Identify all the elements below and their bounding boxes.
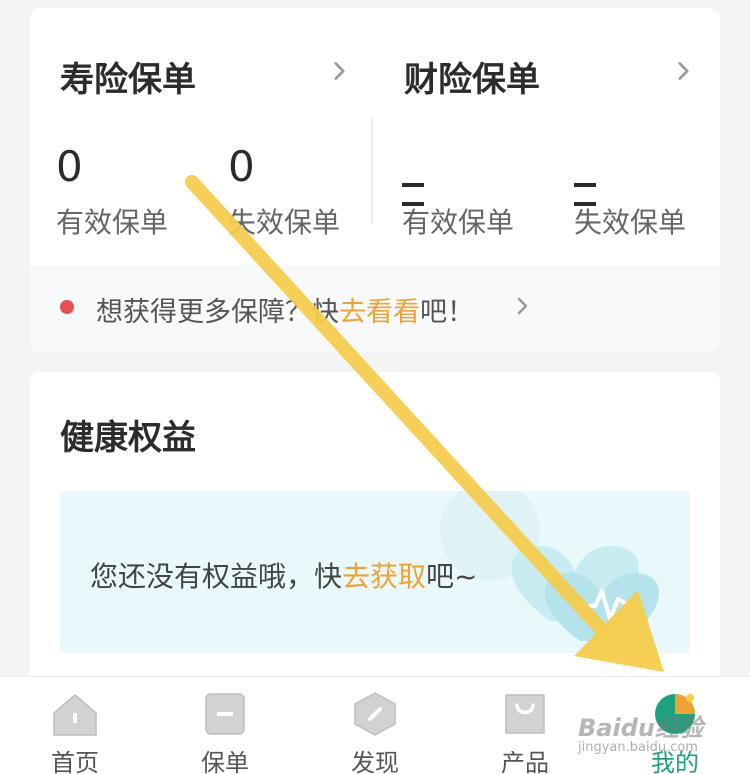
product-bag-icon — [500, 691, 550, 737]
baidu-jingyan-watermark: Baidu经验 — [578, 714, 703, 742]
property-valid-label[interactable]: 有效保单 — [402, 201, 514, 241]
property-valid-placeholder[interactable] — [402, 172, 454, 206]
policies-card: 寿险保单 财险保单 0 有效保单 0 失效保单 有效保单 失效保单 想获得更多保… — [30, 8, 720, 352]
life-valid-count[interactable]: 0 — [56, 146, 83, 188]
life-invalid-label[interactable]: 失效保单 — [228, 201, 340, 241]
life-valid-label[interactable]: 有效保单 — [56, 201, 168, 241]
life-policy-title[interactable]: 寿险保单 — [60, 52, 196, 101]
life-invalid-count[interactable]: 0 — [228, 146, 255, 188]
tab-product-label: 产品 — [501, 749, 549, 774]
discover-icon — [350, 691, 400, 737]
tab-discover-label: 发现 — [351, 749, 399, 774]
property-policy-title[interactable]: 财险保单 — [404, 52, 540, 101]
benefits-empty-text[interactable]: 您还没有权益哦，快去获取吧~ — [90, 555, 478, 595]
promo-tip-text[interactable]: 想获得更多保障？快去看看吧！ — [96, 290, 474, 329]
health-benefits-title: 健康权益 — [60, 418, 196, 458]
tab-policy[interactable]: 保单 — [170, 677, 280, 774]
tab-home[interactable]: 首页 — [20, 677, 130, 774]
benefits-empty-banner[interactable]: 您还没有权益哦，快去获取吧~ — [60, 491, 690, 653]
home-icon — [50, 691, 100, 737]
policy-icon — [200, 691, 250, 737]
property-invalid-placeholder[interactable] — [574, 172, 626, 206]
watermark-url: jingyan.baidu.com — [578, 740, 698, 755]
chevron-right-icon[interactable] — [670, 58, 696, 84]
property-invalid-label[interactable]: 失效保单 — [574, 201, 686, 241]
tab-discover[interactable]: 发现 — [320, 677, 430, 774]
promo-tip-link[interactable]: 去看看 — [339, 297, 420, 328]
benefits-get-link[interactable]: 去获取 — [342, 560, 426, 593]
chevron-right-icon[interactable] — [326, 58, 352, 84]
tab-product[interactable]: 产品 — [470, 677, 580, 774]
column-divider — [371, 118, 373, 224]
tab-policy-label: 保单 — [201, 749, 249, 774]
health-benefits-card: 健康权益 您还没有权益哦，快去获取吧~ — [30, 372, 720, 702]
red-dot-icon — [60, 300, 74, 314]
chevron-right-icon[interactable] — [510, 294, 534, 318]
tab-home-label: 首页 — [51, 749, 99, 774]
